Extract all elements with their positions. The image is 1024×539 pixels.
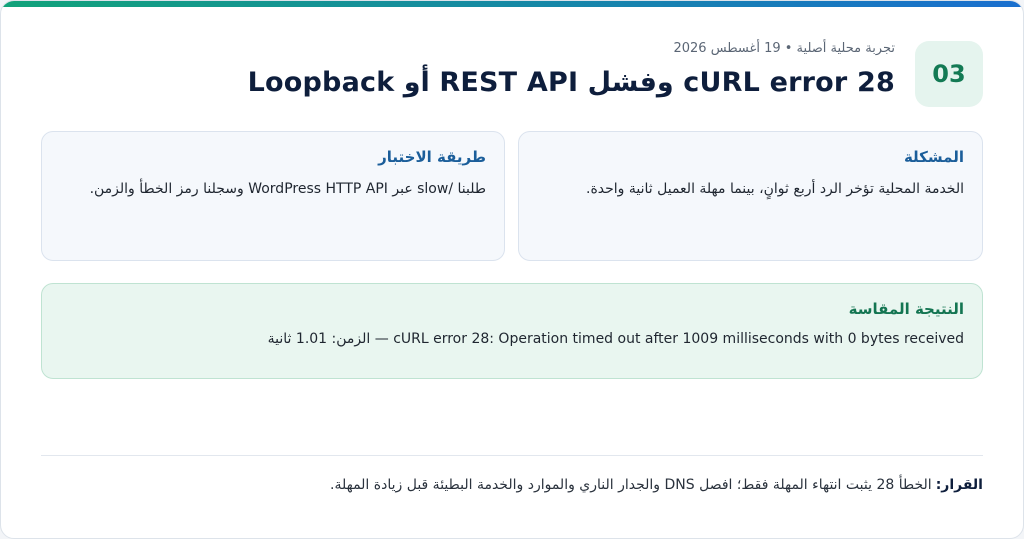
result-text: cURL error 28: Operation timed out after… [267,331,964,347]
method-heading: طريقة الاختبار [378,148,486,166]
page-title: cURL error 28 وفشل REST API أو Loopback [247,67,895,98]
card-header: 03 تجربة محلية أصلية • 19 أغسطس 2026 cUR… [41,37,983,107]
test-card: 03 تجربة محلية أصلية • 19 أغسطس 2026 cUR… [0,0,1024,539]
divider [41,455,983,456]
problem-heading: المشكلة [903,148,964,166]
result-box: النتيجة المقاسة cURL error 28: Operation… [41,283,983,379]
problem-box: المشكلة الخدمة المحلية تؤخر الرد أربع ثو… [518,131,983,261]
decision-line: القرار:الخطأ 28 يثبت انتهاء المهلة فقط؛ … [330,477,983,493]
method-text: طلبنا /slow عبر WordPress HTTP API وسجلن… [89,181,486,197]
method-box: طريقة الاختبار طلبنا /slow عبر WordPress… [41,131,505,261]
test-meta: تجربة محلية أصلية • 19 أغسطس 2026 [673,41,895,56]
decision-label: القرار: [935,477,983,493]
result-heading: النتيجة المقاسة [848,300,964,318]
step-number-badge: 03 [915,41,983,107]
problem-text: الخدمة المحلية تؤخر الرد أربع ثوانٍ، بين… [586,181,964,197]
decision-text: الخطأ 28 يثبت انتهاء المهلة فقط؛ افصل DN… [330,477,932,493]
top-accent-bar [1,1,1023,7]
